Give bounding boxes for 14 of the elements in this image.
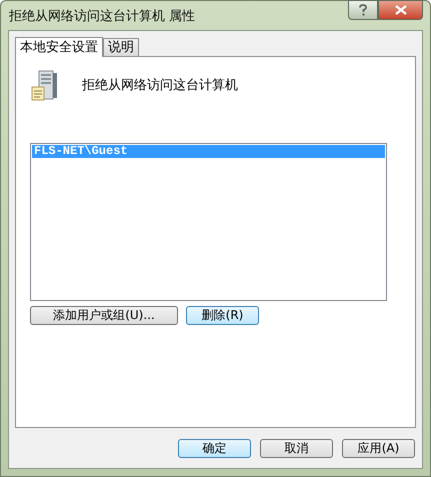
close-button[interactable] [378, 0, 423, 20]
close-icon [394, 5, 406, 15]
window-title: 拒绝从网络访问这台计算机 属性 [8, 8, 196, 24]
help-icon [358, 4, 368, 16]
dialog-button[interactable]: 确定 [178, 438, 251, 458]
dialog-button[interactable]: 应用(A) [342, 438, 415, 458]
server-icon [30, 70, 60, 102]
dialog-button[interactable]: 取消 [260, 438, 333, 458]
tab[interactable]: 说明 [103, 38, 139, 56]
policy-name: 拒绝从网络访问这台计算机 [82, 77, 238, 94]
remove-button[interactable]: 删除(R) [186, 306, 259, 325]
help-button[interactable] [348, 0, 378, 20]
tab[interactable]: 本地安全设置 [15, 37, 103, 57]
add-button[interactable]: 添加用户或组(U)... [30, 306, 178, 325]
